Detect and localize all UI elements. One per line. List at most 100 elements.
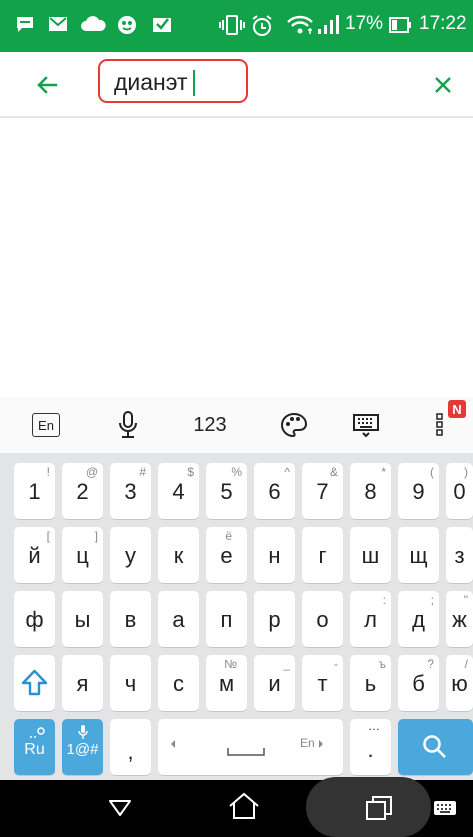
period-sub: … (368, 719, 380, 733)
app-icon (116, 14, 138, 40)
language-button[interactable]: En (26, 405, 66, 445)
recents-icon (366, 796, 392, 820)
key-д[interactable]: ; д (398, 591, 439, 647)
key-е-label: е (220, 543, 233, 568)
back-nav-button[interactable] (90, 788, 150, 828)
key-е[interactable]: ёе (206, 527, 247, 583)
search-input[interactable] (114, 67, 244, 97)
key-ш-label: ш (361, 543, 380, 568)
language-switch-key[interactable]: Ru (14, 719, 55, 775)
vibrate-icon (219, 14, 245, 40)
ru-label: Ru (24, 741, 45, 758)
key-д-label: д (412, 607, 425, 632)
period-key[interactable]: … . (350, 719, 391, 775)
key-8-sub: * (381, 465, 386, 479)
key-в-label: в (124, 607, 137, 632)
key-7-sub: & (329, 465, 338, 479)
key-6[interactable]: ^ 6 (254, 463, 295, 519)
theme-button[interactable] (274, 405, 314, 445)
key-у-label: у (125, 543, 136, 568)
back-button[interactable] (30, 68, 64, 102)
key-г[interactable]: г (302, 527, 343, 583)
key-ч[interactable]: ч (110, 655, 151, 711)
key-р[interactable]: р (254, 591, 295, 647)
key-б-sub: ? (427, 657, 434, 671)
clear-search-button[interactable] (426, 68, 460, 102)
space-key[interactable]: En (158, 719, 343, 775)
key-5-label: 5 (220, 479, 233, 504)
recents-nav-button[interactable] (349, 788, 409, 828)
wifi-icon (286, 14, 314, 40)
key-н[interactable]: н (254, 527, 295, 583)
settings-icon (30, 727, 45, 738)
comma-key[interactable]: , (110, 719, 151, 775)
key-5[interactable]: % 5 (206, 463, 247, 519)
key-в[interactable]: в (110, 591, 151, 647)
keyboard-switch-button[interactable] (346, 405, 386, 445)
key-4[interactable]: $4 (158, 463, 199, 519)
home-nav-button[interactable] (214, 786, 274, 826)
message-icon (14, 14, 36, 38)
key-9[interactable]: (9 (398, 463, 439, 519)
email-icon (47, 14, 69, 38)
key-ц[interactable]: ] ц (62, 527, 103, 583)
key-ю[interactable]: / ю (446, 655, 473, 711)
key-7[interactable]: & 7 (302, 463, 343, 519)
checkbox-icon (151, 14, 173, 38)
key-3[interactable]: #3 (110, 463, 151, 519)
close-icon (435, 77, 451, 93)
key-б[interactable]: ? б (398, 655, 439, 711)
key-а[interactable]: а (158, 591, 199, 647)
key-ь-sub: ъ (378, 657, 387, 671)
key-я[interactable]: я (62, 655, 103, 711)
key-1-sub: ! (46, 465, 50, 479)
space-language-label: En (300, 736, 315, 750)
key-с[interactable]: с (158, 655, 199, 711)
key-4-sub: $ (187, 465, 194, 479)
key-ы[interactable]: ы (62, 591, 103, 647)
key-ю-label: ю (451, 671, 468, 696)
key-щ-label: щ (409, 543, 428, 568)
key-1[interactable]: ! 1 (14, 463, 55, 519)
key-к-label: к (173, 543, 184, 568)
key-8[interactable]: * 8 (350, 463, 391, 519)
voice-input-button[interactable] (108, 405, 148, 445)
key-ф-label: ф (25, 607, 44, 632)
keyboard-icon (353, 414, 379, 438)
signal-icon (317, 14, 341, 40)
key-з[interactable]: з (446, 527, 473, 583)
key-и[interactable]: _ и (254, 655, 295, 711)
key-м[interactable]: № м (206, 655, 247, 711)
key-о[interactable]: о (302, 591, 343, 647)
key-1-label: 1 (28, 479, 41, 504)
key-ф[interactable]: ф (14, 591, 55, 647)
keyboard-nav-button[interactable] (425, 788, 465, 828)
key-2-sub: @ (85, 465, 98, 479)
symbols-key[interactable]: 1@# (62, 719, 103, 775)
key-2[interactable]: @2 (62, 463, 103, 519)
key-й-label: й (28, 543, 41, 568)
search-app-bar (0, 52, 473, 118)
numbers-button[interactable]: 123 (182, 405, 238, 445)
key-щ[interactable]: щ (398, 527, 439, 583)
search-key[interactable] (398, 719, 473, 775)
key-я-label: я (76, 671, 89, 696)
key-к[interactable]: к (158, 527, 199, 583)
key-т-label: т (317, 671, 328, 696)
key-н-label: н (268, 543, 281, 568)
home-icon (229, 792, 259, 819)
key-п[interactable]: п (206, 591, 247, 647)
key-0[interactable]: ) 0 (446, 463, 473, 519)
key-т[interactable]: -т (302, 655, 343, 711)
key-ж[interactable]: " ж (446, 591, 473, 647)
key-9-sub: ( (430, 465, 434, 479)
key-ь[interactable]: ъь (350, 655, 391, 711)
key-й[interactable]: [й (14, 527, 55, 583)
key-ш[interactable]: ш (350, 527, 391, 583)
shift-key[interactable] (14, 655, 55, 711)
key-л[interactable]: :л (350, 591, 391, 647)
search-field[interactable] (98, 59, 248, 103)
alarm-icon (250, 14, 274, 42)
key-у[interactable]: у (110, 527, 151, 583)
key-6-sub: ^ (284, 465, 290, 479)
